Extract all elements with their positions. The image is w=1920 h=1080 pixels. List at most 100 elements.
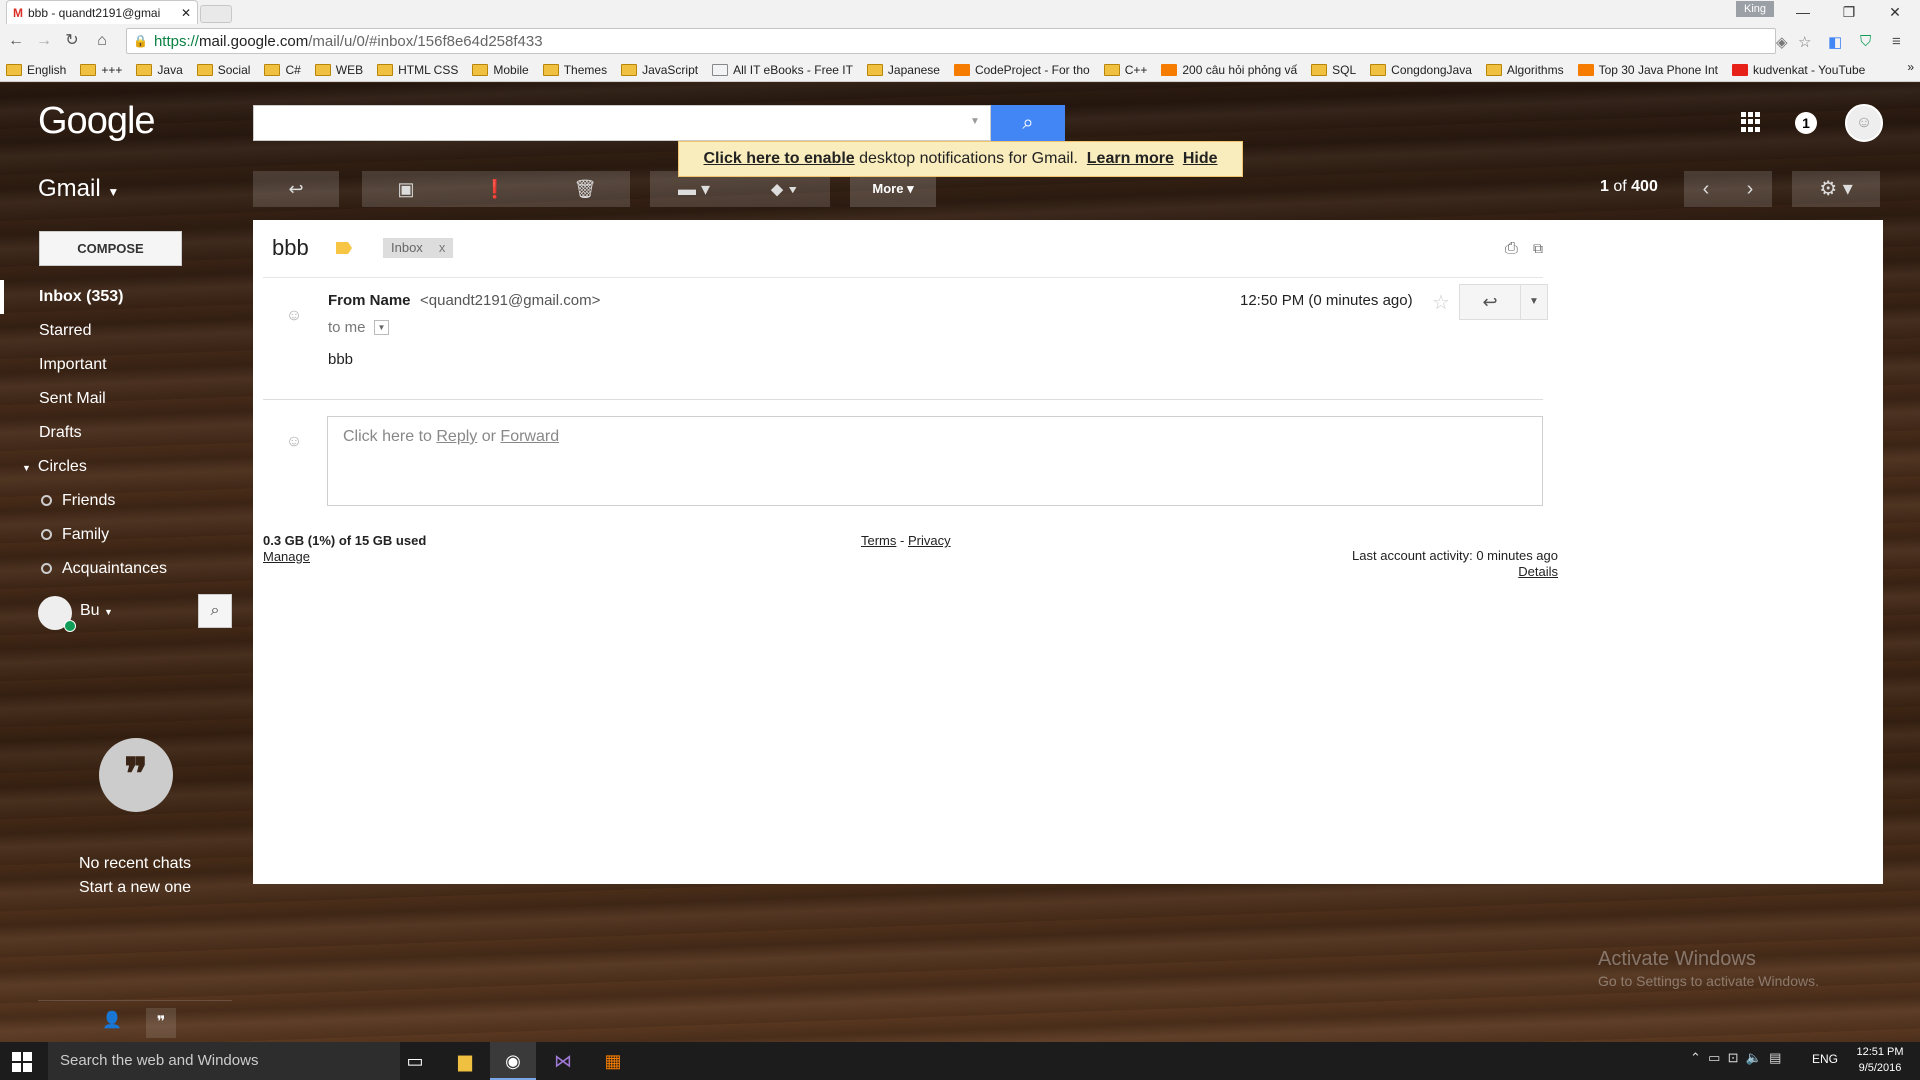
bookmark-label: English xyxy=(27,62,67,77)
bookmark-item[interactable]: WEB xyxy=(314,63,363,77)
restore-icon[interactable]: ❐ xyxy=(1826,0,1872,24)
minimize-icon[interactable]: — xyxy=(1780,0,1826,24)
bookmark-label: CodeProject - For tho xyxy=(974,62,1090,77)
print-icon[interactable]: ⎙ xyxy=(1505,240,1518,258)
sidebar-item-sent-mail[interactable]: Sent Mail xyxy=(0,382,252,416)
manage-storage-link[interactable]: Manage xyxy=(263,549,310,564)
sidebar-item-inbox[interactable]: Inbox (353) xyxy=(0,280,252,314)
menu-icon[interactable]: ≡ xyxy=(1892,33,1901,50)
file-explorer-icon[interactable]: ▆ xyxy=(442,1042,488,1080)
contacts-person-icon[interactable]: 👤 xyxy=(100,1010,124,1034)
newer-message-button[interactable]: ‹ xyxy=(1684,171,1728,207)
compose-button[interactable]: COMPOSE xyxy=(39,231,182,266)
tab-close-icon[interactable]: ✕ xyxy=(181,6,191,20)
search-button[interactable]: ⌕ xyxy=(991,105,1065,141)
bookmark-item[interactable]: C# xyxy=(264,63,301,77)
bookmark-item[interactable]: HTML CSS xyxy=(377,63,458,77)
bookmark-item[interactable]: C++ xyxy=(1103,63,1147,77)
settings-button[interactable]: ⚙ ▾ xyxy=(1792,171,1880,207)
gmail-menu[interactable]: Gmail ▼ xyxy=(38,175,119,203)
address-bar[interactable]: 🔒 https:// mail.google.com /mail/u/0/#in… xyxy=(126,28,1776,54)
system-clock[interactable]: 12:51 PM 9/5/2016 xyxy=(1848,1044,1912,1076)
google-logo[interactable]: Google xyxy=(38,100,156,143)
bookmark-item[interactable]: All IT eBooks - Free IT xyxy=(712,63,853,77)
bookmark-item[interactable]: 200 câu hỏi phỏng vấ xyxy=(1161,63,1297,77)
search-options-caret-icon[interactable]: ▼ xyxy=(970,116,980,127)
sidebar-item-acquaintances[interactable]: Acquaintances xyxy=(0,552,252,586)
quick-reply-box[interactable]: Click here to Reply or Forward xyxy=(327,416,1543,506)
browser-tab[interactable]: M bbb - quandt2191@gmai ✕ xyxy=(6,0,198,24)
bookmark-item[interactable]: Algorithms xyxy=(1485,63,1564,77)
bookmark-item[interactable]: CodeProject - For tho xyxy=(953,62,1090,77)
app-taskbar-icon[interactable]: ▦ xyxy=(590,1042,636,1080)
show-details-icon[interactable]: ▼ xyxy=(374,320,389,335)
apps-grid-icon[interactable] xyxy=(1741,112,1761,132)
browser-profile-badge[interactable]: King xyxy=(1736,1,1774,17)
notifications-badge[interactable]: 1 xyxy=(1795,112,1817,134)
hangouts-user-menu[interactable]: Bu ▼ xyxy=(80,602,113,620)
account-avatar[interactable]: ☺ xyxy=(1845,104,1883,142)
bookmark-item[interactable]: JavaScript xyxy=(621,63,698,77)
bookmark-star-icon[interactable]: ☆ xyxy=(1798,33,1811,51)
shield-extension-icon[interactable]: ⛉ xyxy=(1860,33,1871,50)
archive-button[interactable]: ▣ xyxy=(362,171,450,207)
new-tab-button[interactable] xyxy=(200,5,232,23)
sidebar-item-starred[interactable]: Starred xyxy=(0,314,252,348)
sidebar-item-family[interactable]: Family xyxy=(0,518,252,552)
bookmark-item[interactable]: kudvenkat - YouTube xyxy=(1732,63,1865,77)
system-tray-icons[interactable]: ⌃ ▭ ⊡ 🔈 ▤ xyxy=(1690,1050,1781,1066)
back-to-inbox-button[interactable]: ↩ xyxy=(253,171,339,207)
bookmarks-more-icon[interactable]: » xyxy=(1907,60,1914,74)
reply-link[interactable]: Reply xyxy=(436,428,477,445)
sender-name[interactable]: From Name xyxy=(328,292,411,309)
bookmark-item[interactable]: Themes xyxy=(542,63,607,77)
star-icon[interactable]: ☆ xyxy=(1432,290,1450,315)
new-window-icon[interactable]: ⧉ xyxy=(1533,240,1543,257)
bookmark-item[interactable]: English xyxy=(6,63,66,77)
expand-triangle-icon[interactable]: ▼ xyxy=(22,463,31,473)
hangouts-search-button[interactable]: ⌕ xyxy=(198,594,232,628)
report-spam-button[interactable]: ❗ xyxy=(450,171,540,207)
forward-icon[interactable]: → xyxy=(34,30,54,52)
language-indicator[interactable]: ENG xyxy=(1812,1052,1838,1066)
privacy-link[interactable]: Privacy xyxy=(908,533,951,548)
sender-avatar[interactable]: ☺ xyxy=(276,298,312,334)
bookmark-item[interactable]: Top 30 Java Phone Int xyxy=(1577,63,1718,77)
sidebar-item-drafts[interactable]: Drafts xyxy=(0,416,252,450)
terms-link[interactable]: Terms xyxy=(861,533,896,548)
windows-start-icon[interactable] xyxy=(12,1052,32,1072)
chrome-taskbar-icon[interactable]: ◉ xyxy=(490,1042,536,1080)
close-window-icon[interactable]: ✕ xyxy=(1872,0,1918,24)
more-options-button[interactable]: ▼ xyxy=(1520,284,1548,320)
bookmark-item[interactable]: Mobile xyxy=(472,63,529,77)
sidebar-item-circles[interactable]: ▼ Circles xyxy=(0,450,252,484)
visual-studio-icon[interactable]: ⋈ xyxy=(540,1042,586,1080)
sidebar-item-important[interactable]: Important xyxy=(0,348,252,382)
bookmark-item[interactable]: +++ xyxy=(80,63,122,77)
remove-label-icon[interactable]: x xyxy=(439,240,446,255)
eye-icon[interactable]: ◈ xyxy=(1776,33,1788,51)
bookmark-item[interactable]: Social xyxy=(196,63,250,77)
bookmark-item[interactable]: CongdongJava xyxy=(1370,63,1472,77)
start-new-chat-link[interactable]: Start a new one xyxy=(40,879,230,897)
mail-search-input[interactable] xyxy=(253,105,991,141)
taskbar-search-input[interactable]: Search the web and Windows xyxy=(48,1042,400,1080)
enable-notifications-link[interactable]: Click here to enable xyxy=(704,150,855,168)
reload-icon[interactable]: ↻ xyxy=(62,30,82,52)
home-icon[interactable]: ⌂ xyxy=(92,30,112,52)
bookmark-item[interactable]: Java xyxy=(136,63,183,77)
hangouts-tab-icon[interactable]: ❞ xyxy=(146,1008,176,1038)
activity-details-link[interactable]: Details xyxy=(1458,564,1558,579)
sidebar-item-friends[interactable]: Friends xyxy=(0,484,252,518)
forward-link[interactable]: Forward xyxy=(500,428,559,445)
hide-banner-link[interactable]: Hide xyxy=(1183,150,1218,168)
translate-extension-icon[interactable]: ◧ xyxy=(1828,33,1842,51)
bookmark-item[interactable]: Japanese xyxy=(866,63,940,77)
reply-button[interactable]: ↩ xyxy=(1459,284,1521,320)
back-icon[interactable]: ← xyxy=(6,30,26,52)
bookmark-item[interactable]: SQL xyxy=(1311,63,1356,77)
learn-more-link[interactable]: Learn more xyxy=(1087,150,1174,168)
delete-button[interactable]: 🗑 xyxy=(540,171,630,207)
older-message-button[interactable]: › xyxy=(1728,171,1772,207)
task-view-icon[interactable]: ▭ xyxy=(392,1042,438,1080)
